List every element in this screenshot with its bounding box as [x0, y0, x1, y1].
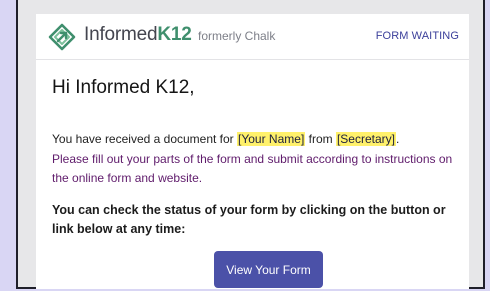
email-frame: InformedK12 formerly Chalk FORM WAITING … [16, 0, 485, 289]
greeting: Hi Informed K12, [52, 77, 195, 98]
sender-field: [Secretary] [335, 132, 396, 146]
brand-main: Informed [84, 24, 158, 45]
form-status: FORM WAITING [375, 30, 459, 42]
formerly-label: formerly Chalk [198, 29, 276, 43]
status-note: You can check the status of your form by… [52, 203, 446, 236]
informed-logo-icon [48, 23, 76, 51]
received-line: You have received a document for [Your N… [52, 132, 399, 146]
email-header: InformedK12 formerly Chalk FORM WAITING [36, 14, 469, 60]
view-form-button[interactable]: View Your Form [214, 251, 323, 288]
brand-name: InformedK12 [84, 24, 192, 46]
recipient-field: [Your Name] [237, 132, 306, 146]
instruction-text: Please fill out your parts of the form a… [52, 152, 453, 185]
received-suffix: . [395, 132, 400, 146]
brand-k12: K12 [157, 24, 192, 45]
received-prefix: You have received a document for [52, 132, 238, 146]
from-word: from [305, 132, 336, 146]
email-card: InformedK12 formerly Chalk FORM WAITING … [36, 14, 469, 289]
